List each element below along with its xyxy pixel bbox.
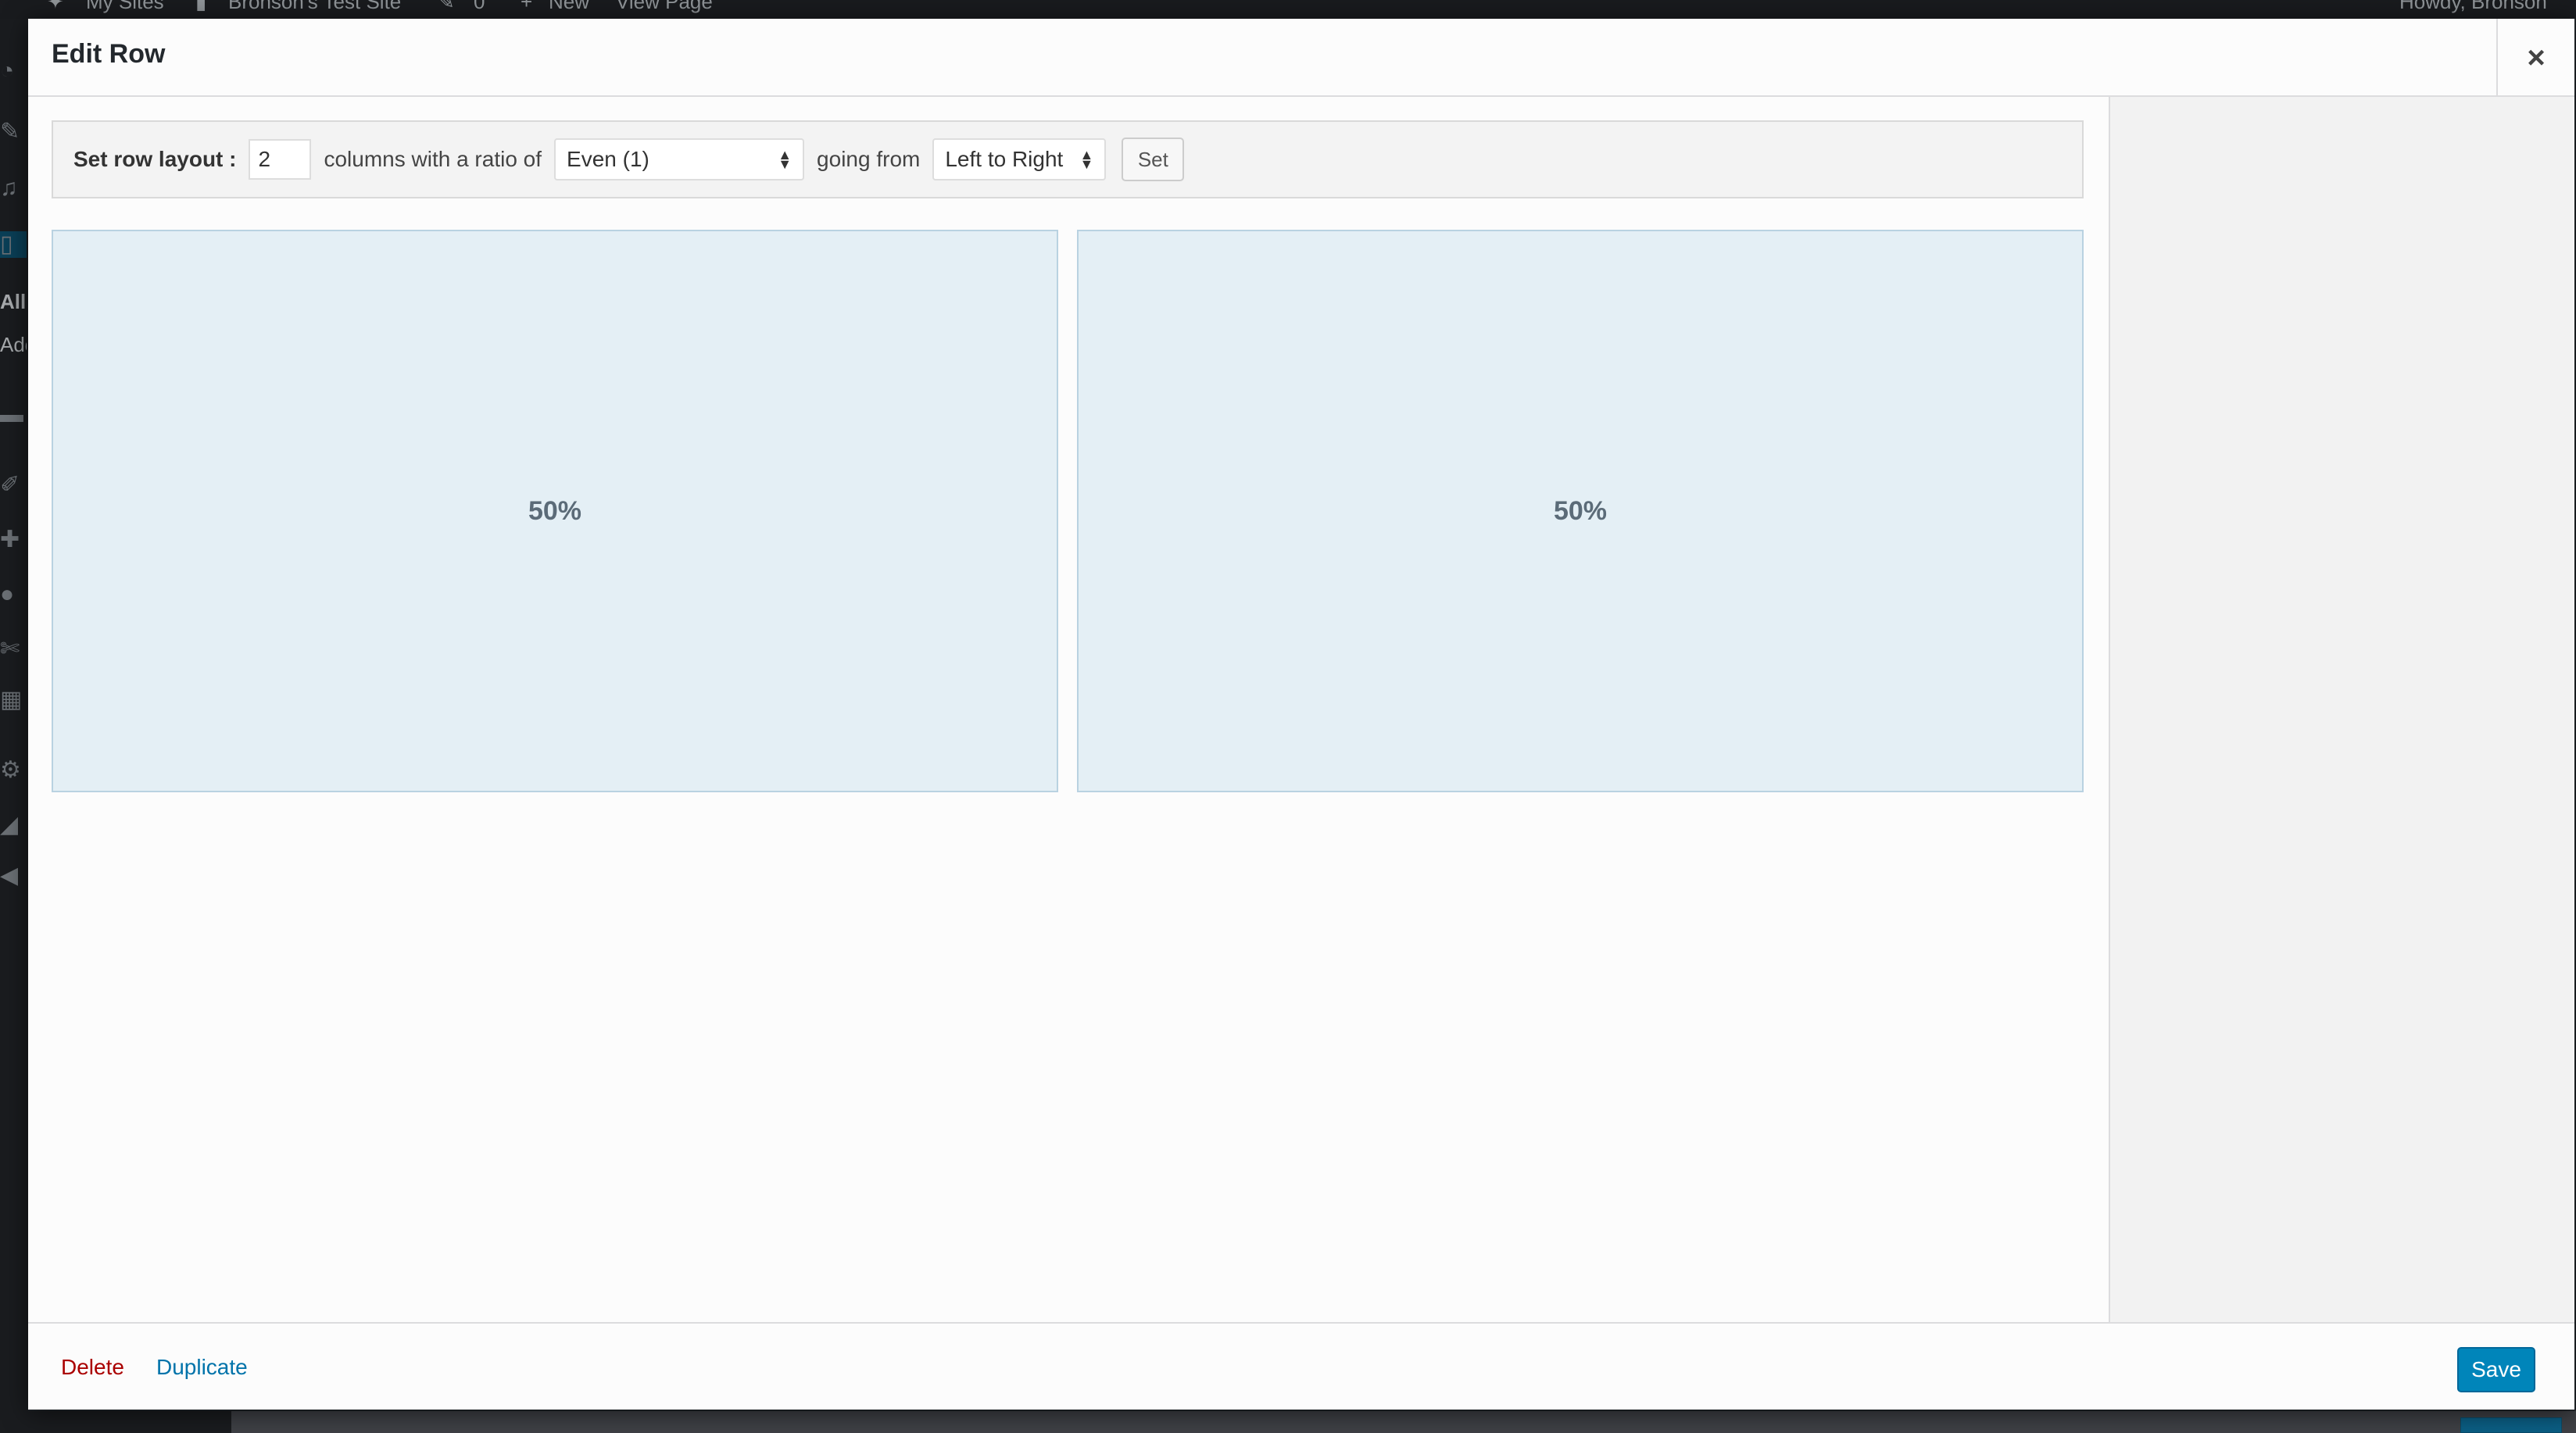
home-icon: ▮ — [195, 0, 207, 13]
modal-footer: Delete Duplicate Save — [28, 1322, 2574, 1410]
modal-header: Edit Row × — [28, 19, 2574, 97]
settings-grid-icon[interactable]: ▦ — [0, 687, 27, 713]
plugins-icon[interactable]: ✚ — [0, 527, 27, 553]
modal-title: Edit Row — [52, 39, 166, 69]
wordpress-icon[interactable]: ✦ — [47, 0, 64, 14]
admin-bar-my-sites[interactable]: My Sites — [86, 0, 164, 14]
admin-menu: ◔ ✎ ♫ ▯ All Add ▬ ✐ ✚ ● ✄ ▦ ⚙ ◢ ◀ — [0, 19, 28, 1433]
admin-bar-new[interactable]: New — [549, 0, 589, 14]
row-layout-label: Set row layout : — [73, 147, 237, 171]
pages-icon[interactable]: ▯ — [0, 231, 27, 258]
direction-text: going from — [817, 147, 921, 171]
ratio-selected-value: Even (1) — [567, 147, 649, 171]
comments-icon[interactable]: ✎ — [438, 0, 455, 14]
admin-bar-site-name[interactable]: Bronson's Test Site — [228, 0, 401, 14]
columns-count-input[interactable] — [249, 139, 312, 180]
background-footer-menu — [0, 1411, 231, 1433]
direction-selected-value: Left to Right — [945, 147, 1064, 171]
collapse-icon[interactable]: ◀ — [0, 863, 27, 889]
delete-link[interactable]: Delete — [61, 1355, 124, 1380]
modal-sidebar — [2109, 97, 2574, 1322]
ratio-select[interactable]: Even (1) ▲ ▼ — [554, 138, 805, 180]
admin-bar: ✦ My Sites ▮ Bronson's Test Site ✎ 0 + N… — [0, 0, 2576, 19]
plus-icon: + — [521, 0, 533, 13]
appearance-icon[interactable]: ✐ — [0, 472, 27, 499]
select-arrows-icon: ▲ ▼ — [1079, 147, 1094, 172]
admin-menu-all[interactable]: All — [0, 288, 27, 315]
close-icon: × — [2527, 40, 2546, 75]
admin-bar-howdy[interactable]: Howdy, Bronson — [2399, 0, 2547, 14]
media-icon[interactable]: ♫ — [0, 175, 27, 202]
users-icon[interactable]: ● — [0, 581, 27, 608]
stats-icon[interactable]: ◢ — [0, 812, 27, 838]
tools-icon[interactable]: ✄ — [0, 636, 27, 663]
background-footer — [0, 1411, 2576, 1433]
admin-menu-add[interactable]: Add — [0, 331, 27, 358]
admin-bar-view-page[interactable]: View Page — [616, 0, 713, 14]
modal-body: Set row layout : columns with a ratio of… — [28, 97, 2109, 1322]
direction-select[interactable]: Left to Right ▲ ▼ — [932, 138, 1107, 180]
close-button[interactable]: × — [2496, 19, 2574, 97]
comments-menu-icon[interactable]: ▬ — [0, 402, 27, 428]
select-arrows-icon: ▲ ▼ — [778, 147, 792, 172]
background-save-button — [2460, 1417, 2562, 1433]
row-layout-bar: Set row layout : columns with a ratio of… — [52, 120, 2084, 198]
set-layout-button[interactable]: Set — [1122, 138, 1185, 181]
row-cell-1[interactable]: 50% — [52, 230, 1058, 792]
columns-ratio-text: columns with a ratio of — [324, 147, 542, 171]
dashboard-icon[interactable]: ◔ — [0, 58, 27, 84]
save-button[interactable]: Save — [2457, 1347, 2535, 1392]
pin-icon[interactable]: ✎ — [0, 119, 27, 145]
row-cell-2[interactable]: 50% — [1077, 230, 2084, 792]
gear-icon[interactable]: ⚙ — [0, 757, 27, 784]
duplicate-link[interactable]: Duplicate — [156, 1355, 248, 1380]
edit-row-modal: Edit Row × Set row layout : columns with… — [28, 19, 2574, 1410]
row-cells: 50% 50% — [52, 230, 2084, 792]
admin-bar-comments-count[interactable]: 0 — [474, 0, 485, 14]
